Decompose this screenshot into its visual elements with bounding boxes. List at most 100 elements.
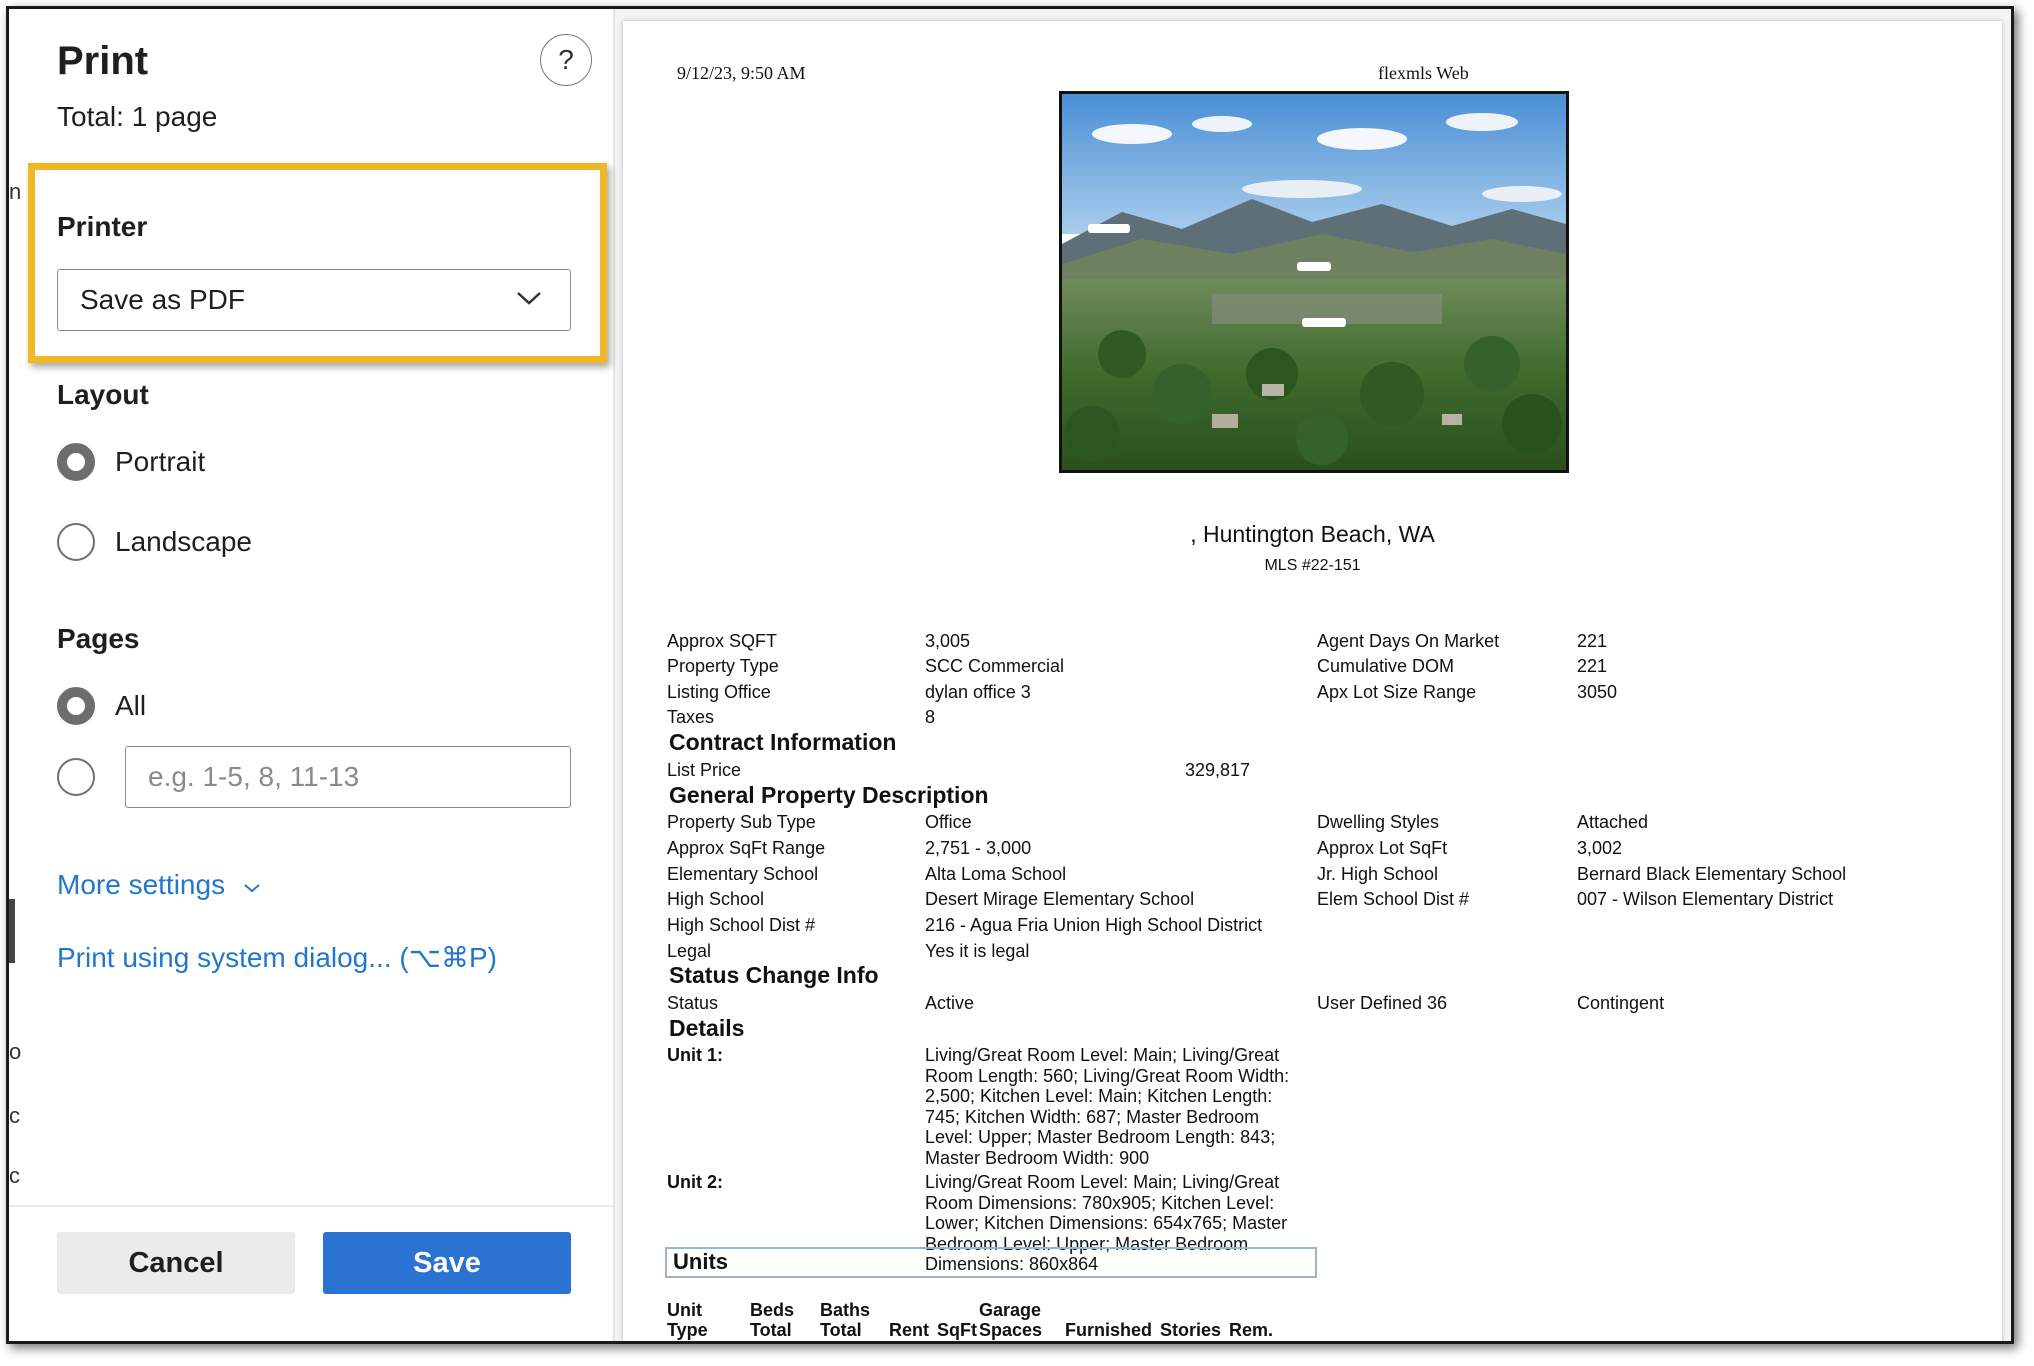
layout-landscape-option[interactable]: Landscape bbox=[57, 523, 252, 561]
field-value: 216 - Agua Fria Union High School Distri… bbox=[925, 915, 1263, 935]
field-label: Elementary School bbox=[667, 864, 819, 884]
column-header: Rent bbox=[889, 1320, 929, 1340]
field-label: Dwelling Styles bbox=[1317, 812, 1440, 832]
field-value: 3050 bbox=[1577, 682, 1618, 702]
save-button[interactable]: Save bbox=[323, 1232, 571, 1294]
section-header: Contract Information bbox=[669, 729, 897, 755]
print-date: 9/12/23, 9:50 AM bbox=[677, 63, 806, 83]
section-header: Details bbox=[669, 1015, 745, 1041]
background-text-fragment: o bbox=[9, 1039, 22, 1064]
more-settings-link[interactable]: More settings bbox=[57, 869, 261, 901]
footer-divider bbox=[9, 1205, 613, 1207]
photo-label-tag bbox=[1297, 262, 1331, 271]
field-value: Attached bbox=[1577, 812, 1649, 832]
chevron-down-icon bbox=[517, 292, 541, 305]
pages-custom-option[interactable] bbox=[57, 758, 115, 796]
field-value: 007 - Wilson Elementary District bbox=[1577, 889, 1834, 909]
column-header: Beds bbox=[750, 1300, 795, 1320]
field-value: 221 bbox=[1577, 656, 1608, 676]
print-settings-panel: n o c c Print Total: 1 page ? Printer Sa… bbox=[9, 9, 615, 1341]
printer-select[interactable]: Save as PDF bbox=[57, 269, 571, 331]
pages-all-option[interactable]: All bbox=[57, 687, 146, 725]
field-value: Office bbox=[925, 812, 972, 832]
printer-highlight-box bbox=[28, 163, 607, 363]
dialog-title: Print bbox=[57, 39, 149, 83]
field-label: Agent Days On Market bbox=[1317, 631, 1500, 651]
pages-all-label: All bbox=[115, 690, 147, 721]
printer-select-value: Save as PDF bbox=[80, 284, 245, 315]
print-window: n o c c Print Total: 1 page ? Printer Sa… bbox=[6, 6, 2014, 1344]
background-text-fragment: c bbox=[9, 1163, 20, 1188]
field-label: High School Dist # bbox=[667, 915, 816, 935]
field-value: 221 bbox=[1577, 631, 1608, 651]
pages-all-radio[interactable] bbox=[57, 687, 95, 725]
field-label: Taxes bbox=[667, 707, 715, 727]
portrait-radio[interactable] bbox=[57, 443, 95, 481]
field-value: SCC Commercial bbox=[925, 656, 1065, 676]
printer-label: Printer bbox=[57, 211, 148, 242]
unit-label: Unit 1: bbox=[667, 1045, 723, 1065]
section-header: General Property Description bbox=[669, 782, 989, 808]
photo-label-tag bbox=[1088, 224, 1130, 233]
system-dialog-link[interactable]: Print using system dialog... (⌥⌘P) bbox=[57, 941, 497, 974]
field-value: Yes it is legal bbox=[925, 941, 1030, 961]
column-header: Stories bbox=[1160, 1320, 1222, 1340]
unit-label: Unit 2: bbox=[667, 1172, 723, 1192]
portrait-label: Portrait bbox=[115, 446, 206, 477]
column-header: Rem. bbox=[1229, 1320, 1274, 1340]
field-value: Desert Mirage Elementary School bbox=[925, 889, 1195, 909]
section-header: Status Change Info bbox=[669, 962, 879, 988]
cancel-button[interactable]: Cancel bbox=[57, 1232, 295, 1294]
field-value: 3,002 bbox=[1577, 838, 1623, 858]
mls-number: MLS #22-151 bbox=[1264, 557, 1361, 574]
field-value: 3,005 bbox=[925, 631, 971, 651]
page-range-input[interactable]: e.g. 1-5, 8, 11-13 bbox=[125, 746, 571, 808]
help-icon: ? bbox=[558, 44, 574, 75]
unit-details: Living/Great Room Level: Main; Living/Gr… bbox=[925, 1045, 1290, 1168]
field-label: Approx SQFT bbox=[667, 631, 778, 651]
field-value: Bernard Black Elementary School bbox=[1577, 864, 1847, 884]
landscape-label: Landscape bbox=[115, 526, 253, 557]
layout-portrait-option[interactable]: Portrait bbox=[57, 443, 205, 481]
field-value: 8 bbox=[925, 707, 936, 727]
property-address: , Huntington Beach, WA bbox=[1190, 521, 1435, 547]
column-header: Total bbox=[820, 1320, 862, 1340]
field-value: dylan office 3 bbox=[925, 682, 1031, 702]
pages-label: Pages bbox=[57, 623, 140, 654]
site-name: flexmls Web bbox=[1378, 63, 1469, 83]
column-header: Baths bbox=[820, 1300, 871, 1320]
background-window-edge bbox=[9, 899, 15, 963]
field-label: Property Type bbox=[667, 656, 779, 676]
field-label: Jr. High School bbox=[1317, 864, 1439, 884]
field-label: Approx SqFt Range bbox=[667, 838, 826, 858]
field-label: Elem School Dist # bbox=[1317, 889, 1470, 909]
field-value: 329,817 bbox=[1185, 760, 1251, 780]
page-range-placeholder: e.g. 1-5, 8, 11-13 bbox=[148, 761, 360, 792]
field-value: Contingent bbox=[1577, 993, 1665, 1013]
column-header: SqFt bbox=[937, 1320, 977, 1340]
print-preview-page: 9/12/23, 9:50 AM flexmls Web , Huntingto… bbox=[623, 21, 2002, 1341]
column-header: Spaces bbox=[979, 1320, 1043, 1340]
property-photo bbox=[1059, 91, 1569, 473]
units-header-box bbox=[665, 1247, 1317, 1278]
column-header: Garage bbox=[979, 1300, 1042, 1320]
field-label: Status bbox=[667, 993, 719, 1013]
pages-custom-radio[interactable] bbox=[57, 758, 95, 796]
layout-label: Layout bbox=[57, 379, 149, 410]
photo-label-tag bbox=[1302, 318, 1346, 327]
field-value: Active bbox=[925, 993, 975, 1013]
landscape-radio[interactable] bbox=[57, 523, 95, 561]
field-label: Property Sub Type bbox=[667, 812, 816, 832]
more-settings-label: More settings bbox=[57, 869, 226, 900]
field-label: User Defined 36 bbox=[1317, 993, 1448, 1013]
field-label: Cumulative DOM bbox=[1317, 656, 1455, 676]
aerial-landscape-image bbox=[1062, 94, 1566, 470]
field-label: Listing Office bbox=[667, 682, 771, 702]
help-button[interactable]: ? bbox=[540, 34, 592, 86]
field-label: Apx Lot Size Range bbox=[1317, 682, 1477, 702]
column-header: Furnished bbox=[1065, 1320, 1153, 1340]
column-header: Total bbox=[750, 1320, 792, 1340]
background-text-fragment: n bbox=[9, 179, 22, 204]
field-label: Legal bbox=[667, 941, 712, 961]
field-value: 2,751 - 3,000 bbox=[925, 838, 1032, 858]
